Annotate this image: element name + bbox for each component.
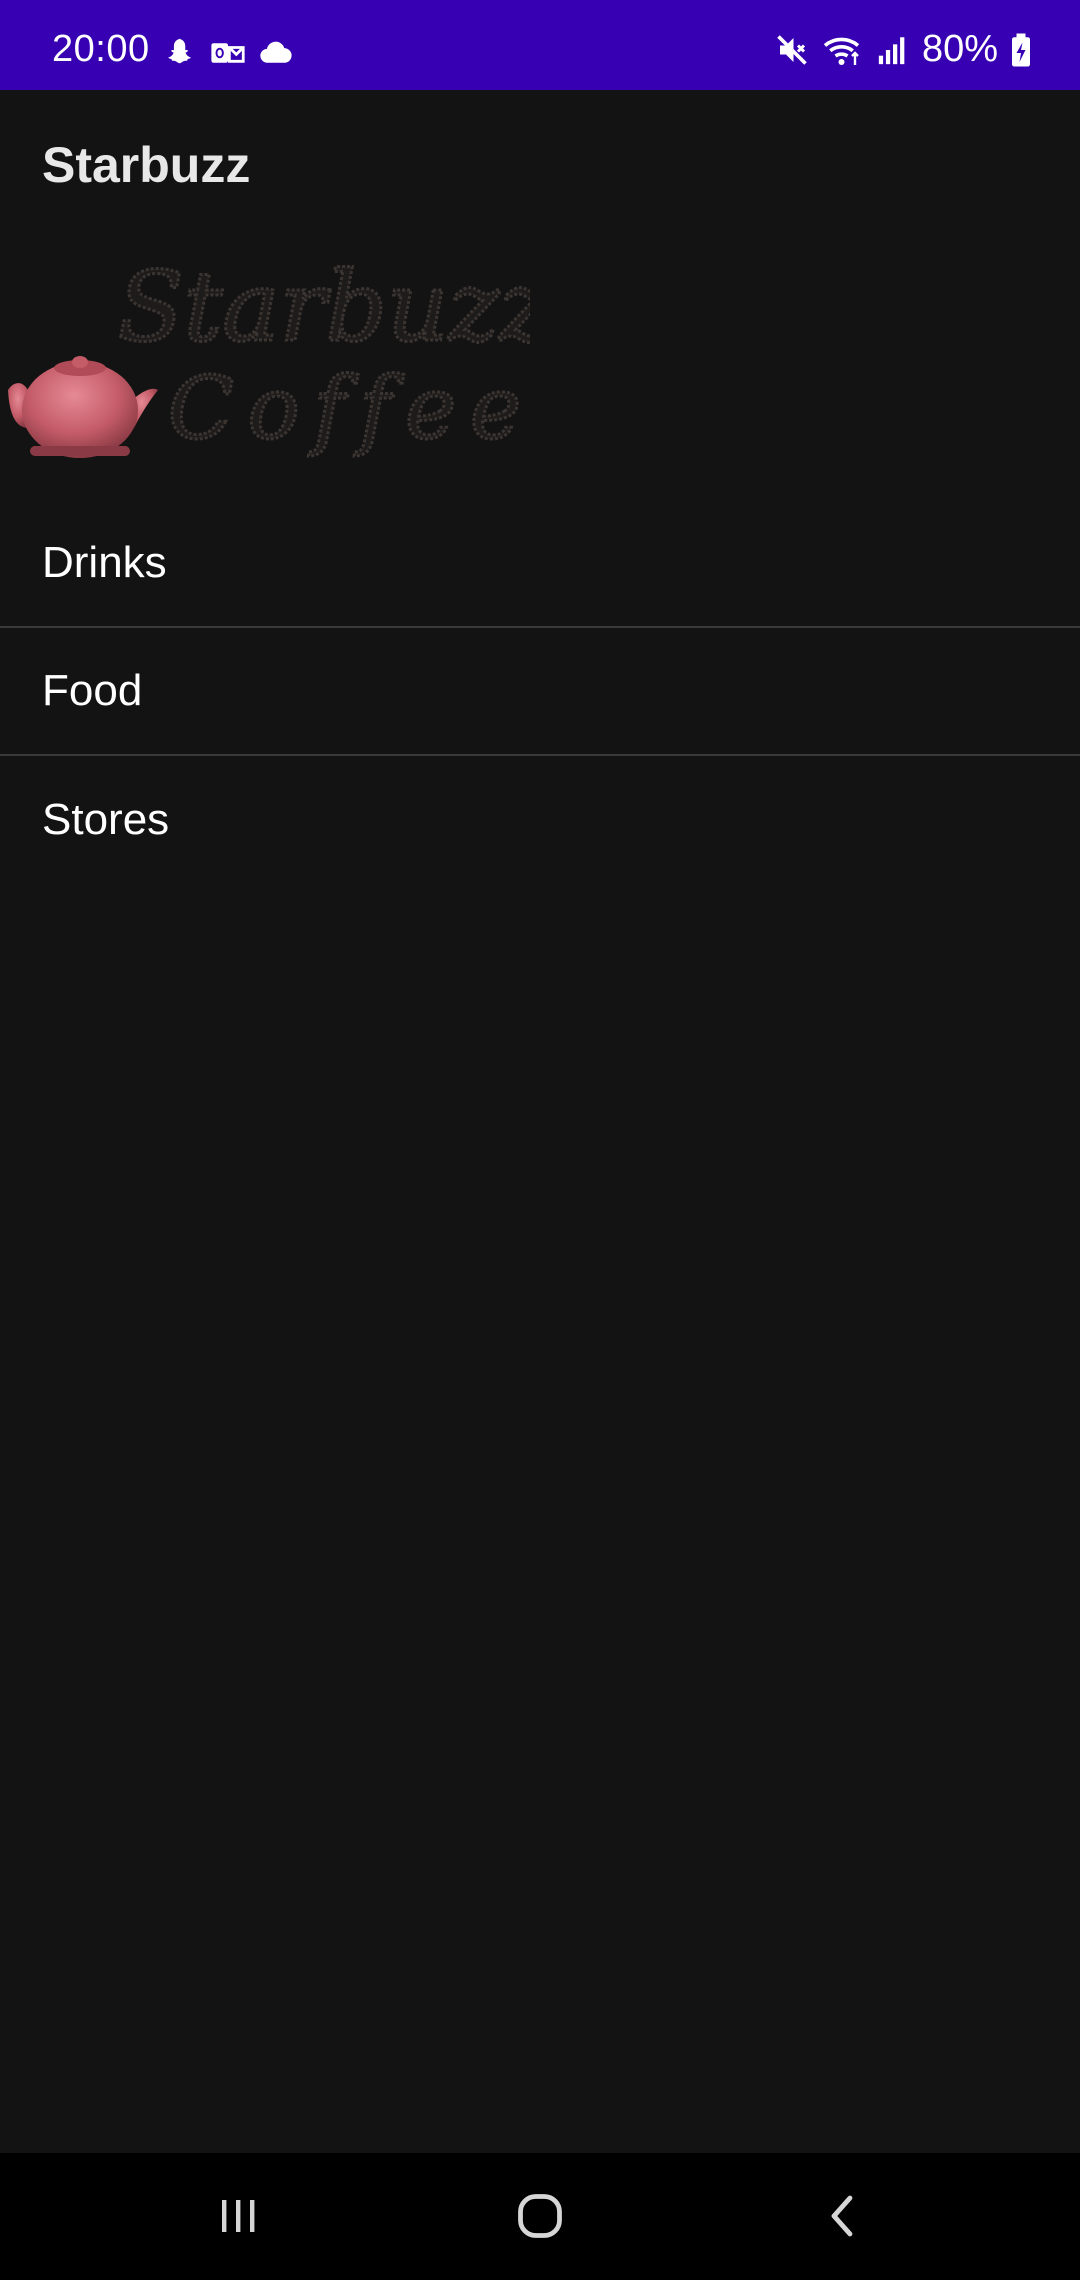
signal-icon [876, 33, 910, 67]
screen: 20:00 80% Starbuzz Starbuzz Coffee Drink… [0, 0, 1080, 2280]
logo-text-starbuzz: Starbuzz [118, 251, 530, 363]
teapot-icon [8, 356, 158, 458]
recents-button[interactable] [198, 2183, 278, 2249]
app-title: Starbuzz [42, 137, 251, 193]
menu-item-label: Food [42, 666, 143, 715]
battery-charging-icon [1010, 32, 1032, 68]
main-menu-list: Drinks Food Stores [0, 500, 1080, 884]
back-button[interactable] [804, 2183, 884, 2249]
wifi-icon [822, 32, 864, 68]
status-bar: 20:00 80% [0, 0, 1080, 90]
outlook-icon [210, 36, 246, 70]
cloud-icon [258, 38, 294, 68]
recents-icon [214, 2192, 262, 2240]
menu-item-label: Drinks [42, 538, 167, 587]
menu-item-stores[interactable]: Stores [0, 756, 1080, 884]
snapchat-icon [164, 36, 198, 70]
system-status-icons: 80% [774, 28, 1032, 71]
home-icon [514, 2190, 566, 2242]
navigation-bar [0, 2153, 1080, 2280]
menu-item-drinks[interactable]: Drinks [0, 500, 1080, 628]
menu-item-label: Stores [42, 795, 170, 844]
starbuzz-coffee-logo: Starbuzz Coffee [0, 240, 553, 480]
notification-icons [164, 36, 294, 70]
logo-text-coffee: Coffee [168, 359, 530, 459]
battery-percentage: 80% [921, 28, 998, 70]
back-icon [820, 2192, 868, 2240]
home-button[interactable] [500, 2183, 580, 2249]
menu-item-food[interactable]: Food [0, 628, 1080, 756]
mute-icon [774, 32, 810, 68]
status-time: 20:00 [52, 28, 150, 70]
